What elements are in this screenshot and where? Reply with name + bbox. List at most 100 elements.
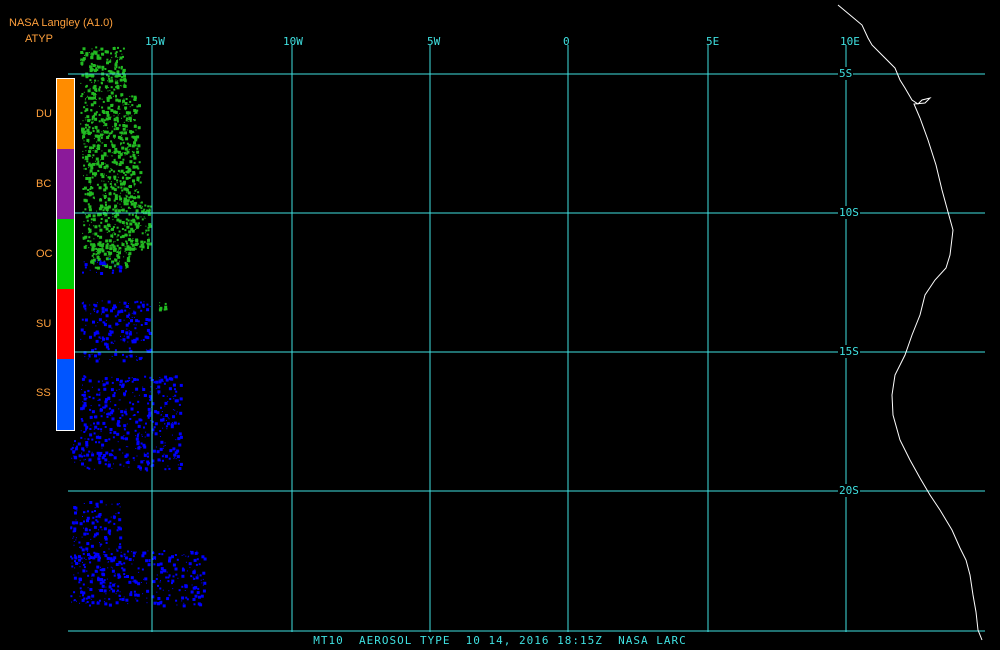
oc-pixel [134, 155, 136, 157]
oc-pixel [128, 260, 131, 262]
ss-pixel [73, 536, 75, 538]
oc-pixel [109, 182, 112, 185]
ss-pixel [135, 319, 139, 323]
ss-pixel [201, 555, 205, 559]
oc-pixel [84, 208, 87, 211]
ss-pixel [83, 459, 85, 461]
oc-pixel [137, 144, 141, 148]
ss-pixel [133, 590, 136, 593]
oc-pixel [102, 246, 103, 248]
ss-pixel [135, 448, 137, 449]
oc-pixel [140, 240, 144, 244]
ss-pixel [126, 332, 129, 335]
oc-pixel [121, 201, 123, 203]
ss-pixel [78, 541, 81, 544]
ss-pixel [119, 301, 121, 303]
oc-pixel [128, 230, 132, 234]
oc-pixel [97, 138, 101, 142]
ss-pixel [96, 505, 99, 508]
oc-pixel [103, 252, 107, 256]
oc-pixel [80, 95, 81, 97]
oc-pixel [159, 302, 161, 304]
ss-pixel [128, 312, 130, 314]
oc-pixel [109, 89, 111, 91]
oc-pixel [129, 120, 132, 122]
oc-pixel [93, 138, 95, 140]
oc-pixel [131, 229, 135, 233]
ss-pixel [110, 330, 114, 334]
ss-pixel [140, 460, 144, 464]
ss-pixel [113, 522, 116, 525]
ss-pixel [88, 396, 91, 398]
ss-pixel [135, 355, 137, 357]
oc-pixel [129, 155, 132, 158]
oc-pixel [126, 117, 128, 120]
oc-pixel [80, 52, 82, 54]
ss-pixel [164, 454, 168, 458]
oc-pixel [128, 234, 131, 237]
ss-pixel [157, 451, 159, 452]
oc-pixel [133, 247, 136, 250]
ss-pixel [74, 560, 76, 563]
ss-pixel [172, 575, 175, 578]
oc-pixel [114, 183, 117, 186]
ss-pixel [174, 554, 177, 556]
oc-pixel [114, 204, 118, 208]
oc-pixel [114, 67, 117, 70]
ss-pixel [118, 269, 122, 273]
ss-pixel [176, 455, 178, 457]
ss-pixel [133, 338, 137, 342]
ss-pixel [73, 599, 76, 602]
oc-pixel [90, 218, 93, 221]
ss-pixel [101, 447, 103, 449]
ss-pixel [80, 557, 83, 560]
ss-pixel [121, 414, 124, 417]
oc-pixel [88, 236, 91, 239]
ss-pixel [155, 388, 157, 390]
ss-pixel [73, 444, 75, 446]
oc-pixel [120, 136, 123, 139]
ss-pixel [132, 559, 134, 561]
ss-pixel [143, 452, 145, 454]
oc-pixel [85, 75, 89, 79]
ss-pixel [143, 460, 145, 461]
oc-pixel [110, 168, 112, 169]
oc-pixel [130, 173, 133, 176]
oc-pixel [83, 168, 85, 170]
ss-pixel [83, 454, 86, 457]
ss-pixel [117, 420, 121, 424]
ss-pixel [140, 356, 143, 359]
oc-pixel [127, 137, 129, 139]
oc-pixel [85, 150, 87, 152]
oc-pixel [91, 259, 93, 261]
oc-pixel [110, 226, 111, 228]
ss-pixel [85, 602, 87, 604]
oc-pixel [93, 264, 95, 266]
ss-pixel [83, 397, 87, 401]
ss-pixel [165, 425, 168, 428]
ss-pixel [87, 389, 90, 392]
oc-pixel [102, 194, 104, 196]
oc-pixel [112, 47, 116, 50]
ss-pixel [157, 390, 161, 394]
ss-pixel [156, 591, 158, 593]
ss-pixel [89, 408, 92, 411]
legend-label-oc: OC [36, 248, 53, 260]
ss-pixel [75, 537, 77, 539]
ss-pixel [134, 580, 138, 584]
oc-pixel [107, 167, 109, 169]
ss-pixel [114, 340, 116, 342]
oc-pixel [131, 104, 134, 107]
oc-pixel [123, 77, 127, 81]
oc-pixel [107, 116, 111, 120]
oc-pixel [94, 82, 95, 84]
ss-pixel [112, 342, 114, 344]
oc-pixel [120, 95, 122, 97]
ss-pixel [146, 452, 149, 455]
oc-pixel [86, 145, 88, 147]
ss-pixel [131, 377, 133, 379]
ss-pixel [193, 603, 196, 606]
ss-pixel [85, 324, 87, 326]
ss-pixel [186, 570, 188, 572]
ss-pixel [73, 576, 77, 580]
